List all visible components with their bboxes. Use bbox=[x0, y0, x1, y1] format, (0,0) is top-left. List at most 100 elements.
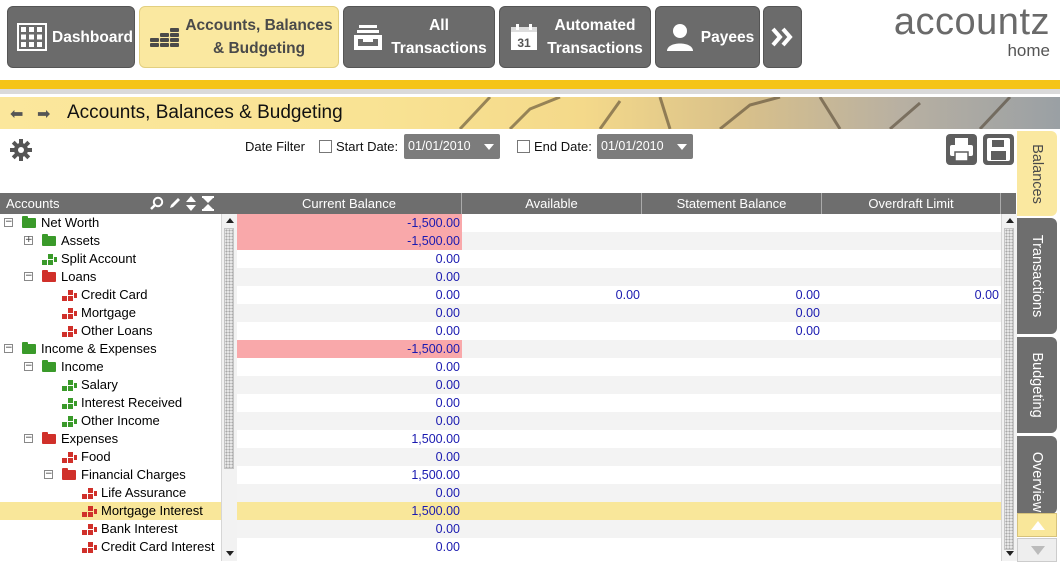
cell-overdraft[interactable] bbox=[822, 394, 1001, 412]
table-row[interactable]: 0.00 bbox=[237, 412, 1001, 430]
cell-overdraft[interactable] bbox=[822, 448, 1001, 466]
column-header-overdraft-limit[interactable]: Overdraft Limit bbox=[822, 193, 1001, 214]
cell-overdraft[interactable] bbox=[822, 232, 1001, 250]
cell-available[interactable] bbox=[462, 250, 642, 268]
end-date-field[interactable]: 01/01/2010 bbox=[597, 134, 693, 159]
table-row[interactable]: 0.00 bbox=[237, 394, 1001, 412]
cell-available[interactable] bbox=[462, 502, 642, 520]
start-date-checkbox[interactable] bbox=[319, 140, 332, 153]
cell-statement[interactable]: 0.00 bbox=[642, 286, 822, 304]
end-date-checkbox[interactable] bbox=[517, 140, 530, 153]
table-row[interactable]: -1,500.00 bbox=[237, 232, 1001, 250]
nav-all-transactions-button[interactable]: All Transactions bbox=[343, 6, 495, 68]
cell-overdraft[interactable] bbox=[822, 268, 1001, 286]
tree-row[interactable]: Food bbox=[0, 448, 221, 466]
tree-row[interactable]: Credit Card Interest bbox=[0, 538, 221, 556]
save-button[interactable] bbox=[983, 134, 1014, 165]
collapse-icon[interactable]: − bbox=[24, 362, 33, 371]
tabs-scroll-up-button[interactable] bbox=[1017, 513, 1057, 537]
cell-available[interactable] bbox=[462, 268, 642, 286]
cell-current[interactable]: -1,500.00 bbox=[237, 214, 462, 232]
cell-overdraft[interactable] bbox=[822, 304, 1001, 322]
table-row[interactable]: 0.00 bbox=[237, 520, 1001, 538]
cell-overdraft[interactable] bbox=[822, 502, 1001, 520]
grid-scrollbar[interactable] bbox=[1001, 214, 1017, 561]
tree-row[interactable]: Mortgage Interest bbox=[0, 502, 221, 520]
nav-automated-transactions-button[interactable]: 31 Automated Transactions bbox=[499, 6, 651, 68]
column-header-current-balance[interactable]: Current Balance bbox=[237, 193, 462, 214]
cell-current[interactable]: 0.00 bbox=[237, 376, 462, 394]
cell-available[interactable] bbox=[462, 412, 642, 430]
table-row[interactable]: 1,500.00 bbox=[237, 466, 1001, 484]
cell-statement[interactable]: 0.00 bbox=[642, 322, 822, 340]
column-header-available[interactable]: Available bbox=[462, 193, 642, 214]
cell-overdraft[interactable] bbox=[822, 430, 1001, 448]
tree-row[interactable]: Salary bbox=[0, 376, 221, 394]
cell-available[interactable] bbox=[462, 538, 642, 556]
tree-row[interactable]: Interest Received bbox=[0, 394, 221, 412]
tabs-scroll-down-button[interactable] bbox=[1017, 538, 1057, 562]
cell-statement[interactable] bbox=[642, 340, 822, 358]
cell-overdraft[interactable] bbox=[822, 412, 1001, 430]
cell-available[interactable] bbox=[462, 520, 642, 538]
cell-current[interactable]: 1,500.00 bbox=[237, 430, 462, 448]
table-row[interactable]: 0.00 bbox=[237, 484, 1001, 502]
tree-row[interactable]: Other Loans bbox=[0, 322, 221, 340]
table-row[interactable]: 0.00 0.00 bbox=[237, 322, 1001, 340]
table-row[interactable]: 0.00 bbox=[237, 448, 1001, 466]
cell-overdraft[interactable] bbox=[822, 214, 1001, 232]
cell-statement[interactable] bbox=[642, 430, 822, 448]
tree-row[interactable]: Life Assurance bbox=[0, 484, 221, 502]
tree-row[interactable]: Bank Interest bbox=[0, 520, 221, 538]
cell-overdraft[interactable] bbox=[822, 484, 1001, 502]
cell-available[interactable] bbox=[462, 304, 642, 322]
cell-current[interactable]: 0.00 bbox=[237, 394, 462, 412]
nav-more-button[interactable] bbox=[763, 6, 802, 68]
cell-statement[interactable] bbox=[642, 412, 822, 430]
tab-budgeting[interactable]: Budgeting bbox=[1017, 337, 1057, 433]
table-row[interactable]: 1,500.00 bbox=[237, 502, 1001, 520]
pencil-icon[interactable] bbox=[168, 196, 182, 210]
cell-current[interactable]: 0.00 bbox=[237, 268, 462, 286]
search-icon[interactable] bbox=[150, 196, 164, 210]
cell-statement[interactable] bbox=[642, 538, 822, 556]
cell-overdraft[interactable] bbox=[822, 340, 1001, 358]
tree-row[interactable]: − Net Worth bbox=[0, 214, 221, 232]
gear-icon[interactable] bbox=[10, 139, 32, 161]
cell-current[interactable]: 0.00 bbox=[237, 484, 462, 502]
cell-available[interactable] bbox=[462, 484, 642, 502]
tree-row[interactable]: Credit Card bbox=[0, 286, 221, 304]
expand-icon[interactable]: + bbox=[24, 236, 33, 245]
table-row[interactable]: 0.00 0.00 bbox=[237, 304, 1001, 322]
forward-arrow-icon[interactable]: ➡ bbox=[37, 104, 50, 124]
cell-available[interactable] bbox=[462, 466, 642, 484]
cell-statement[interactable] bbox=[642, 358, 822, 376]
collapse-icon[interactable]: − bbox=[24, 434, 33, 443]
column-header-statement-balance[interactable]: Statement Balance bbox=[642, 193, 822, 214]
cell-available[interactable] bbox=[462, 340, 642, 358]
tree-row[interactable]: − Loans bbox=[0, 268, 221, 286]
nav-dashboard-button[interactable]: Dashboard bbox=[7, 6, 135, 68]
table-row[interactable]: 0.00 bbox=[237, 376, 1001, 394]
cell-current[interactable]: 0.00 bbox=[237, 304, 462, 322]
tab-balances[interactable]: Balances bbox=[1017, 131, 1057, 216]
cell-statement[interactable] bbox=[642, 250, 822, 268]
collapse-all-icon[interactable] bbox=[202, 196, 214, 211]
tree-row[interactable]: Split Account bbox=[0, 250, 221, 268]
cell-available[interactable] bbox=[462, 214, 642, 232]
cell-overdraft[interactable] bbox=[822, 376, 1001, 394]
tree-row[interactable]: − Income bbox=[0, 358, 221, 376]
table-row[interactable]: 0.00 0.00 0.00 0.00 bbox=[237, 286, 1001, 304]
cell-overdraft[interactable] bbox=[822, 358, 1001, 376]
cell-overdraft[interactable] bbox=[822, 250, 1001, 268]
cell-available[interactable] bbox=[462, 394, 642, 412]
cell-overdraft[interactable] bbox=[822, 538, 1001, 556]
cell-current[interactable]: 0.00 bbox=[237, 538, 462, 556]
collapse-icon[interactable]: − bbox=[4, 218, 13, 227]
cell-current[interactable]: 1,500.00 bbox=[237, 466, 462, 484]
tree-row[interactable]: Other Income bbox=[0, 412, 221, 430]
cell-statement[interactable]: 0.00 bbox=[642, 304, 822, 322]
nav-payees-button[interactable]: Payees bbox=[655, 6, 760, 68]
tree-row[interactable]: − Income & Expenses bbox=[0, 340, 221, 358]
cell-overdraft[interactable]: 0.00 bbox=[822, 286, 1001, 304]
